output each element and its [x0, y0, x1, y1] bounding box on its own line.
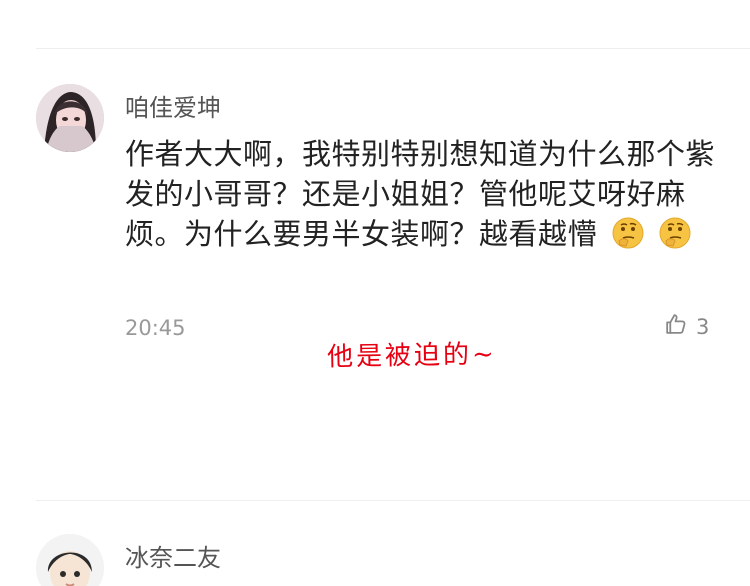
username[interactable]: 冰奈二友 [125, 538, 221, 573]
avatar-image [36, 84, 104, 152]
handwritten-annotation: 他是被迫的~ [326, 339, 498, 373]
thinking-face-icon [658, 216, 692, 250]
avatar[interactable] [36, 534, 104, 586]
comment-text: 作者大大啊，我特别特别想知道为什么那个紫发的小哥哥？还是小姐姐？管他呢艾呀好麻烦… [125, 134, 725, 254]
divider [36, 48, 750, 49]
thumbs-up-icon [663, 312, 688, 342]
avatar[interactable] [36, 84, 104, 152]
like-button[interactable]: 3 [663, 312, 709, 342]
divider [36, 500, 750, 501]
comment-feed: 咱佳爱坤 作者大大啊，我特别特别想知道为什么那个紫发的小哥哥？还是小姐姐？管他呢… [0, 0, 750, 586]
avatar-image [36, 534, 104, 586]
comment-time: 20:45 [125, 316, 186, 340]
thinking-face-icon [611, 216, 645, 250]
like-count: 3 [696, 315, 710, 339]
username[interactable]: 咱佳爱坤 [125, 88, 221, 123]
